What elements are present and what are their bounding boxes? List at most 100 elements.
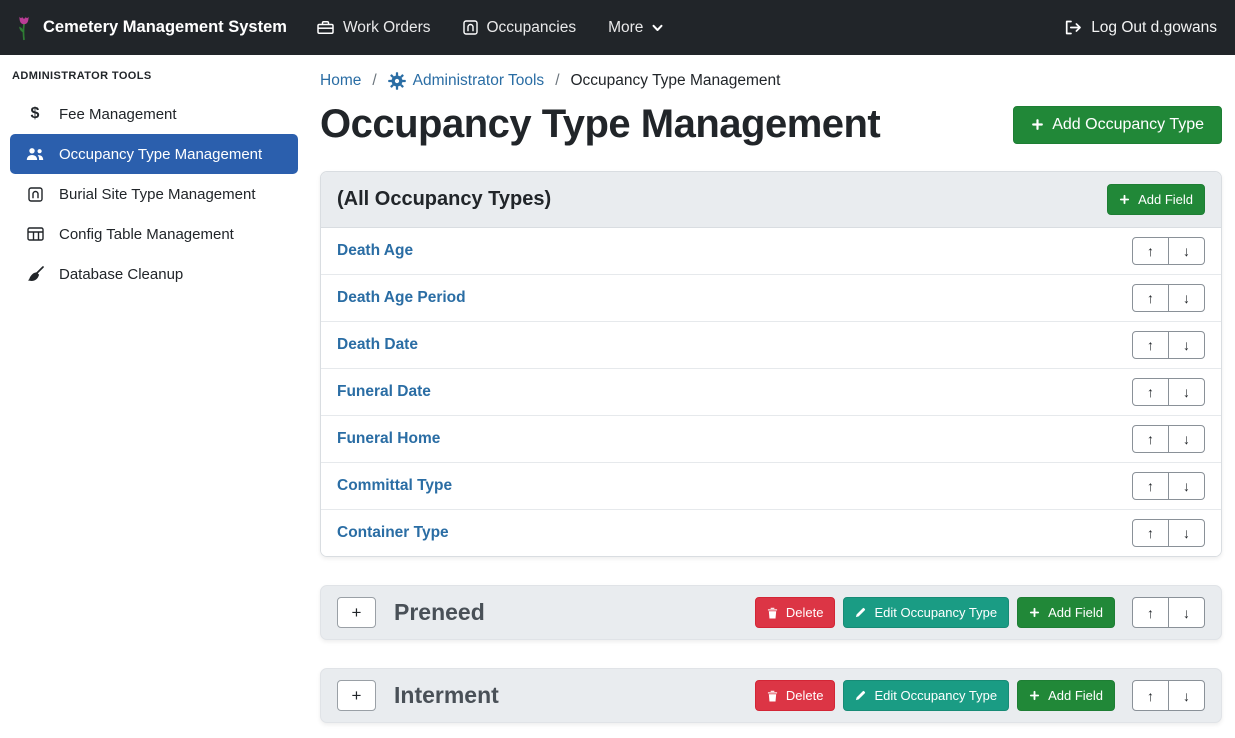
add-field-label: Add Field — [1138, 192, 1193, 207]
burial-site-icon — [24, 187, 46, 202]
main-content: Home / — [308, 55, 1235, 738]
reorder-group: ↑ ↓ — [1132, 331, 1205, 359]
move-up-button[interactable]: ↑ — [1132, 284, 1169, 312]
app-title: Cemetery Management System — [43, 18, 287, 37]
sidebar-item-label: Config Table Management — [59, 226, 234, 243]
add-field-button[interactable]: Add Field — [1107, 184, 1205, 215]
field-link[interactable]: Container Type — [337, 524, 449, 542]
move-up-button[interactable]: ↑ — [1132, 519, 1169, 547]
field-link[interactable]: Death Date — [337, 336, 418, 354]
move-up-button[interactable]: ↑ — [1132, 597, 1169, 628]
delete-button[interactable]: Delete — [755, 680, 836, 711]
arrow-up-icon: ↑ — [1147, 478, 1154, 494]
nav-label-occupancies: Occupancies — [487, 19, 577, 37]
app-brand[interactable]: Cemetery Management System — [14, 14, 287, 41]
field-link[interactable]: Funeral Date — [337, 383, 431, 401]
card-title: (All Occupancy Types) — [337, 188, 551, 211]
arrow-down-icon: ↓ — [1183, 478, 1190, 494]
nav-item-work-orders[interactable]: Work Orders — [317, 19, 431, 37]
broom-icon — [24, 266, 46, 282]
logout-label: Log Out d.gowans — [1091, 19, 1217, 37]
sidebar-item-fee-management[interactable]: $ Fee Management — [10, 94, 298, 134]
arrow-up-icon: ↑ — [1147, 431, 1154, 447]
top-navbar: Cemetery Management System Work Orders O… — [0, 0, 1235, 55]
field-link[interactable]: Funeral Home — [337, 430, 440, 448]
arrow-up-icon: ↑ — [1147, 337, 1154, 353]
add-occupancy-type-button[interactable]: Add Occupancy Type — [1013, 106, 1222, 144]
gear-icon — [388, 72, 406, 90]
flower-logo-icon — [14, 14, 34, 41]
sidebar-heading: Administrator Tools — [0, 65, 308, 94]
move-up-button[interactable]: ↑ — [1132, 472, 1169, 500]
arrow-up-icon: ↑ — [1147, 243, 1154, 259]
breadcrumb-home-link[interactable]: Home — [320, 72, 361, 90]
add-occupancy-type-label: Add Occupancy Type — [1052, 116, 1204, 134]
edit-occupancy-type-button[interactable]: Edit Occupancy Type — [843, 597, 1009, 628]
delete-label: Delete — [786, 605, 824, 620]
move-down-button[interactable]: ↓ — [1168, 378, 1205, 406]
expand-button[interactable]: + — [337, 680, 376, 711]
reorder-group: ↑ ↓ — [1132, 680, 1205, 711]
breadcrumb-separator: / — [555, 72, 559, 90]
sidebar-item-occupancy-type-management[interactable]: Occupancy Type Management — [10, 134, 298, 174]
work-orders-icon — [317, 20, 334, 35]
arrow-up-icon: ↑ — [1147, 688, 1154, 704]
move-up-button[interactable]: ↑ — [1132, 237, 1169, 265]
move-down-button[interactable]: ↓ — [1168, 472, 1205, 500]
move-down-button[interactable]: ↓ — [1168, 597, 1205, 628]
arrow-down-icon: ↓ — [1183, 337, 1190, 353]
add-field-button[interactable]: Add Field — [1017, 597, 1115, 628]
trash-icon — [767, 690, 778, 702]
plus-icon — [1029, 690, 1040, 701]
breadcrumb: Home / — [320, 68, 1222, 90]
add-field-button[interactable]: Add Field — [1017, 680, 1115, 711]
reorder-group: ↑ ↓ — [1132, 519, 1205, 547]
move-down-button[interactable]: ↓ — [1168, 331, 1205, 359]
move-up-button[interactable]: ↑ — [1132, 331, 1169, 359]
arrow-down-icon: ↓ — [1183, 290, 1190, 306]
move-up-button[interactable]: ↑ — [1132, 680, 1169, 711]
move-down-button[interactable]: ↓ — [1168, 425, 1205, 453]
reorder-group: ↑ ↓ — [1132, 472, 1205, 500]
move-up-button[interactable]: ↑ — [1132, 378, 1169, 406]
breadcrumb-separator: / — [372, 72, 376, 90]
plus-icon — [1029, 607, 1040, 618]
arrow-down-icon: ↓ — [1183, 431, 1190, 447]
delete-label: Delete — [786, 688, 824, 703]
table-row: Death Date ↑ ↓ — [321, 321, 1221, 368]
move-down-button[interactable]: ↓ — [1168, 237, 1205, 265]
field-link[interactable]: Death Age Period — [337, 289, 466, 307]
field-link[interactable]: Death Age — [337, 242, 413, 260]
expand-button[interactable]: + — [337, 597, 376, 628]
move-down-button[interactable]: ↓ — [1168, 519, 1205, 547]
reorder-group: ↑ ↓ — [1132, 378, 1205, 406]
move-down-button[interactable]: ↓ — [1168, 284, 1205, 312]
move-up-button[interactable]: ↑ — [1132, 425, 1169, 453]
nav-item-occupancies[interactable]: Occupancies — [463, 19, 577, 37]
arrow-down-icon: ↓ — [1183, 605, 1190, 621]
section-title: Interment — [394, 682, 499, 709]
logout-button[interactable]: Log Out d.gowans — [1064, 19, 1217, 37]
sidebar-item-label: Database Cleanup — [59, 266, 183, 283]
table-row: Death Age Period ↑ ↓ — [321, 274, 1221, 321]
occupancy-type-section-interment: + Interment Delete Edit Occupancy Type — [320, 668, 1222, 723]
sidebar-item-burial-site-type-management[interactable]: Burial Site Type Management — [10, 174, 298, 214]
sidebar-item-database-cleanup[interactable]: Database Cleanup — [10, 254, 298, 294]
table-row: Funeral Date ↑ ↓ — [321, 368, 1221, 415]
arrow-down-icon: ↓ — [1183, 525, 1190, 541]
section-title: Preneed — [394, 599, 485, 626]
edit-occupancy-type-button[interactable]: Edit Occupancy Type — [843, 680, 1009, 711]
occupancy-type-section-preneed: + Preneed Delete Edit Occupancy Type — [320, 585, 1222, 640]
sidebar-item-label: Occupancy Type Management — [59, 146, 262, 163]
sidebar-item-config-table-management[interactable]: Config Table Management — [10, 214, 298, 254]
table-icon — [24, 227, 46, 241]
arrow-up-icon: ↑ — [1147, 605, 1154, 621]
move-down-button[interactable]: ↓ — [1168, 680, 1205, 711]
breadcrumb-admin-tools-link[interactable]: Administrator Tools — [388, 72, 545, 90]
occupancies-icon — [463, 20, 478, 35]
delete-button[interactable]: Delete — [755, 597, 836, 628]
section-actions: Delete Edit Occupancy Type Add Field ↑ — [755, 680, 1205, 711]
nav-item-more[interactable]: More — [608, 19, 663, 37]
field-link[interactable]: Committal Type — [337, 477, 452, 495]
arrow-down-icon: ↓ — [1183, 243, 1190, 259]
